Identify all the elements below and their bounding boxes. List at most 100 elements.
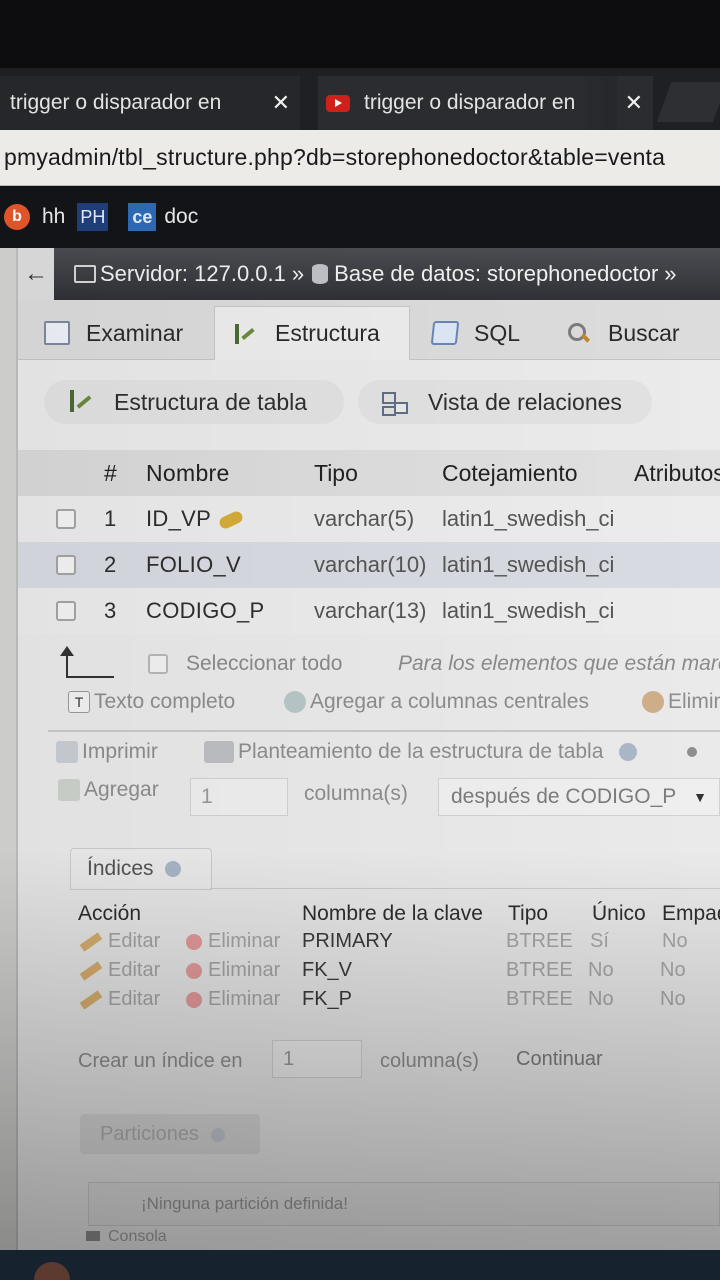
browser-tab-1[interactable]: trigger o disparador en ✕ xyxy=(0,76,300,130)
youtube-icon xyxy=(326,94,350,112)
bulk-actions: T Texto completo Agregar a columnas cent… xyxy=(18,686,720,726)
delete-index-button[interactable]: Eliminar xyxy=(186,930,280,953)
header-packed: Empaquetado xyxy=(662,902,720,925)
bookmark-hh[interactable]: b hh xyxy=(4,204,65,230)
bookmark-doc[interactable]: ce doc xyxy=(128,203,198,231)
help-icon[interactable] xyxy=(619,743,638,761)
header-name[interactable]: Nombre xyxy=(146,460,230,487)
index-key-name: PRIMARY xyxy=(302,930,393,952)
index-column-count-input[interactable]: 1 xyxy=(272,1040,362,1078)
create-index-label: Crear un índice en xyxy=(78,1050,243,1072)
sql-icon xyxy=(430,321,460,345)
structure-icon xyxy=(233,322,259,346)
database-icon xyxy=(312,264,329,284)
browser-tab-2[interactable]: trigger o disparador en ✕ xyxy=(318,76,653,130)
tab-estructura[interactable]: Estructura xyxy=(214,306,410,360)
index-packed: No xyxy=(660,988,686,1010)
structure-icon xyxy=(66,388,96,416)
header-attributes[interactable]: Atributos xyxy=(634,460,720,487)
column-position-select[interactable]: después de CODIGO_P ▼ xyxy=(438,778,720,816)
column-collation: latin1_swedish_ci xyxy=(442,552,615,577)
edit-index-button[interactable]: Editar xyxy=(79,959,160,982)
search-icon xyxy=(566,321,592,345)
indices-section-title[interactable]: Índices xyxy=(70,848,212,890)
add-central-columns-button[interactable]: Agregar a columnas centrales xyxy=(284,690,589,714)
index-unit-label: columna(s) xyxy=(380,1050,479,1072)
table-structure-icon xyxy=(204,741,234,763)
edit-index-button[interactable]: Editar xyxy=(79,930,160,953)
back-arrow-icon[interactable]: ← xyxy=(18,248,54,300)
header-number: # xyxy=(104,459,117,486)
header-type[interactable]: Tipo xyxy=(314,460,358,487)
index-key-name: FK_V xyxy=(302,959,353,981)
help-icon[interactable] xyxy=(165,861,182,878)
breadcrumb: ← Servidor: 127.0.0.1 » Base de datos: s… xyxy=(18,248,720,300)
tab-sql[interactable]: SQL xyxy=(414,306,544,360)
tab-examinar[interactable]: Examinar xyxy=(26,306,222,360)
row-checkbox[interactable] xyxy=(56,601,76,621)
breadcrumb-database[interactable]: Base de datos: storephonedoctor xyxy=(334,261,658,287)
partitions-section-title[interactable]: Particiones xyxy=(80,1114,260,1154)
radio-icon[interactable] xyxy=(687,747,698,757)
relations-icon xyxy=(380,388,410,416)
delete-button[interactable]: Eliminar xyxy=(642,690,720,714)
with-selected-note: Para los elementos que están marcados: xyxy=(398,652,720,675)
edit-index-button[interactable]: Editar xyxy=(79,988,160,1011)
index-key-name: FK_P xyxy=(302,988,353,1010)
no-partitions-message: ¡Ninguna partición definida! xyxy=(88,1182,720,1226)
continue-button[interactable]: Continuar xyxy=(516,1048,603,1071)
print-button[interactable]: Imprimir xyxy=(56,740,158,764)
index-unique: No xyxy=(588,988,614,1010)
chevron-down-icon: ▼ xyxy=(693,789,707,805)
delete-index-button[interactable]: Eliminar xyxy=(186,988,280,1011)
browse-icon xyxy=(44,321,70,345)
column-collation: latin1_swedish_ci xyxy=(442,598,615,623)
delete-icon xyxy=(186,991,202,1008)
select-all-label[interactable]: Seleccionar todo xyxy=(186,652,342,676)
subtab-relation-view[interactable]: Vista de relaciones xyxy=(358,380,652,424)
index-type: BTREE xyxy=(506,930,573,952)
subtab-table-structure[interactable]: Estructura de tabla xyxy=(44,380,344,424)
header-unique: Único xyxy=(592,902,646,925)
breadcrumb-server[interactable]: Servidor: 127.0.0.1 xyxy=(100,261,286,287)
navigation-panel-edge xyxy=(0,248,18,1250)
header-action: Acción xyxy=(78,902,142,925)
pencil-icon xyxy=(79,961,103,981)
table-row: 2 FOLIO_V varchar(10) latin1_swedish_ci xyxy=(18,542,720,588)
ce-icon: ce xyxy=(128,203,157,231)
column-type: varchar(10) xyxy=(314,552,427,577)
full-text-button[interactable]: T Texto completo xyxy=(68,690,235,714)
blogger-icon: b xyxy=(4,204,30,230)
column-type: varchar(5) xyxy=(314,506,415,531)
tab-buscar[interactable]: Buscar xyxy=(548,306,720,360)
tab-title: trigger o disparador en xyxy=(364,91,576,114)
column-collation: latin1_swedish_ci xyxy=(442,506,615,531)
row-number: 3 xyxy=(104,598,117,623)
print-actions: Imprimir Planteamiento de la estructura … xyxy=(18,736,720,776)
url-text[interactable]: pmyadmin/tbl_structure.php?db=storephone… xyxy=(4,144,665,171)
help-icon[interactable] xyxy=(210,1127,225,1142)
address-bar[interactable]: pmyadmin/tbl_structure.php?db=storephone… xyxy=(0,130,720,186)
divider xyxy=(48,730,720,732)
delete-index-button[interactable]: Eliminar xyxy=(186,959,280,982)
close-tab-icon[interactable]: ✕ xyxy=(272,90,290,116)
bookmarks-bar: b hh PH ce doc xyxy=(0,186,720,248)
start-button[interactable] xyxy=(34,1262,70,1280)
row-checkbox[interactable] xyxy=(56,509,76,529)
header-type: Tipo xyxy=(508,902,549,925)
bookmark-label: hh xyxy=(42,205,66,228)
console-toggle[interactable]: Consola xyxy=(86,1228,167,1246)
bookmark-ph[interactable]: PH xyxy=(77,203,116,231)
close-tab-icon[interactable]: ✕ xyxy=(625,90,643,116)
table-row: 1 ID_VP varchar(5) latin1_swedish_ci xyxy=(18,496,720,542)
select-all-checkbox[interactable] xyxy=(148,654,168,674)
column-name: FOLIO_V xyxy=(146,552,242,577)
header-collation[interactable]: Cotejamiento xyxy=(442,460,578,487)
propose-structure-button[interactable]: Planteamiento de la estructura de tabla xyxy=(204,740,698,764)
row-checkbox[interactable] xyxy=(56,555,76,575)
bookmark-label: doc xyxy=(164,205,199,228)
index-unique: Sí xyxy=(590,930,609,952)
column-count-input[interactable]: 1 xyxy=(190,778,288,816)
new-tab-button[interactable] xyxy=(656,82,720,122)
pencil-icon xyxy=(79,932,103,952)
